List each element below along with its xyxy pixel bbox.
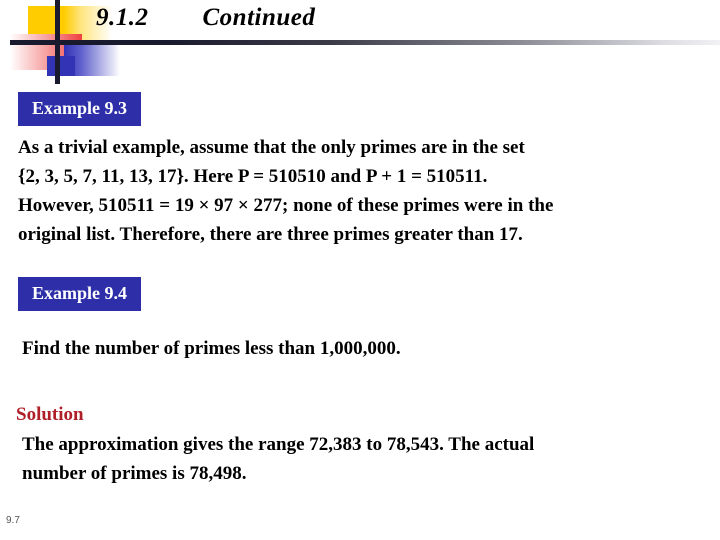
slide-title: 9.1.2 Continued [96, 4, 316, 31]
decoration-blue-square [47, 56, 75, 76]
example-9-4-label: Example 9.4 [18, 277, 142, 311]
example-9-3-line-4: original list. Therefore, there are thre… [18, 224, 523, 245]
example-9-3-body: As a trivial example, assume that the on… [18, 133, 699, 249]
page-number: 9.7 [6, 515, 20, 526]
example-9-3-line-1: As a trivial example, assume that the on… [18, 137, 525, 158]
decoration-vertical-bar [55, 0, 60, 84]
solution-body: The approximation gives the range 72,383… [22, 430, 697, 488]
example-9-3-label: Example 9.3 [18, 92, 142, 126]
example-9-3-line-3: However, 510511 = 19 × 97 × 277; none of… [18, 195, 554, 216]
solution-heading: Solution [16, 404, 84, 425]
example-9-4-question: Find the number of primes less than 1,00… [22, 338, 401, 359]
solution-line-1: The approximation gives the range 72,383… [22, 434, 535, 455]
solution-line-2: number of primes is 78,498. [22, 463, 247, 484]
decoration-horizontal-rule [10, 40, 720, 45]
example-9-3-line-2: {2, 3, 5, 7, 11, 13, 17}. Here P = 51051… [18, 166, 488, 187]
